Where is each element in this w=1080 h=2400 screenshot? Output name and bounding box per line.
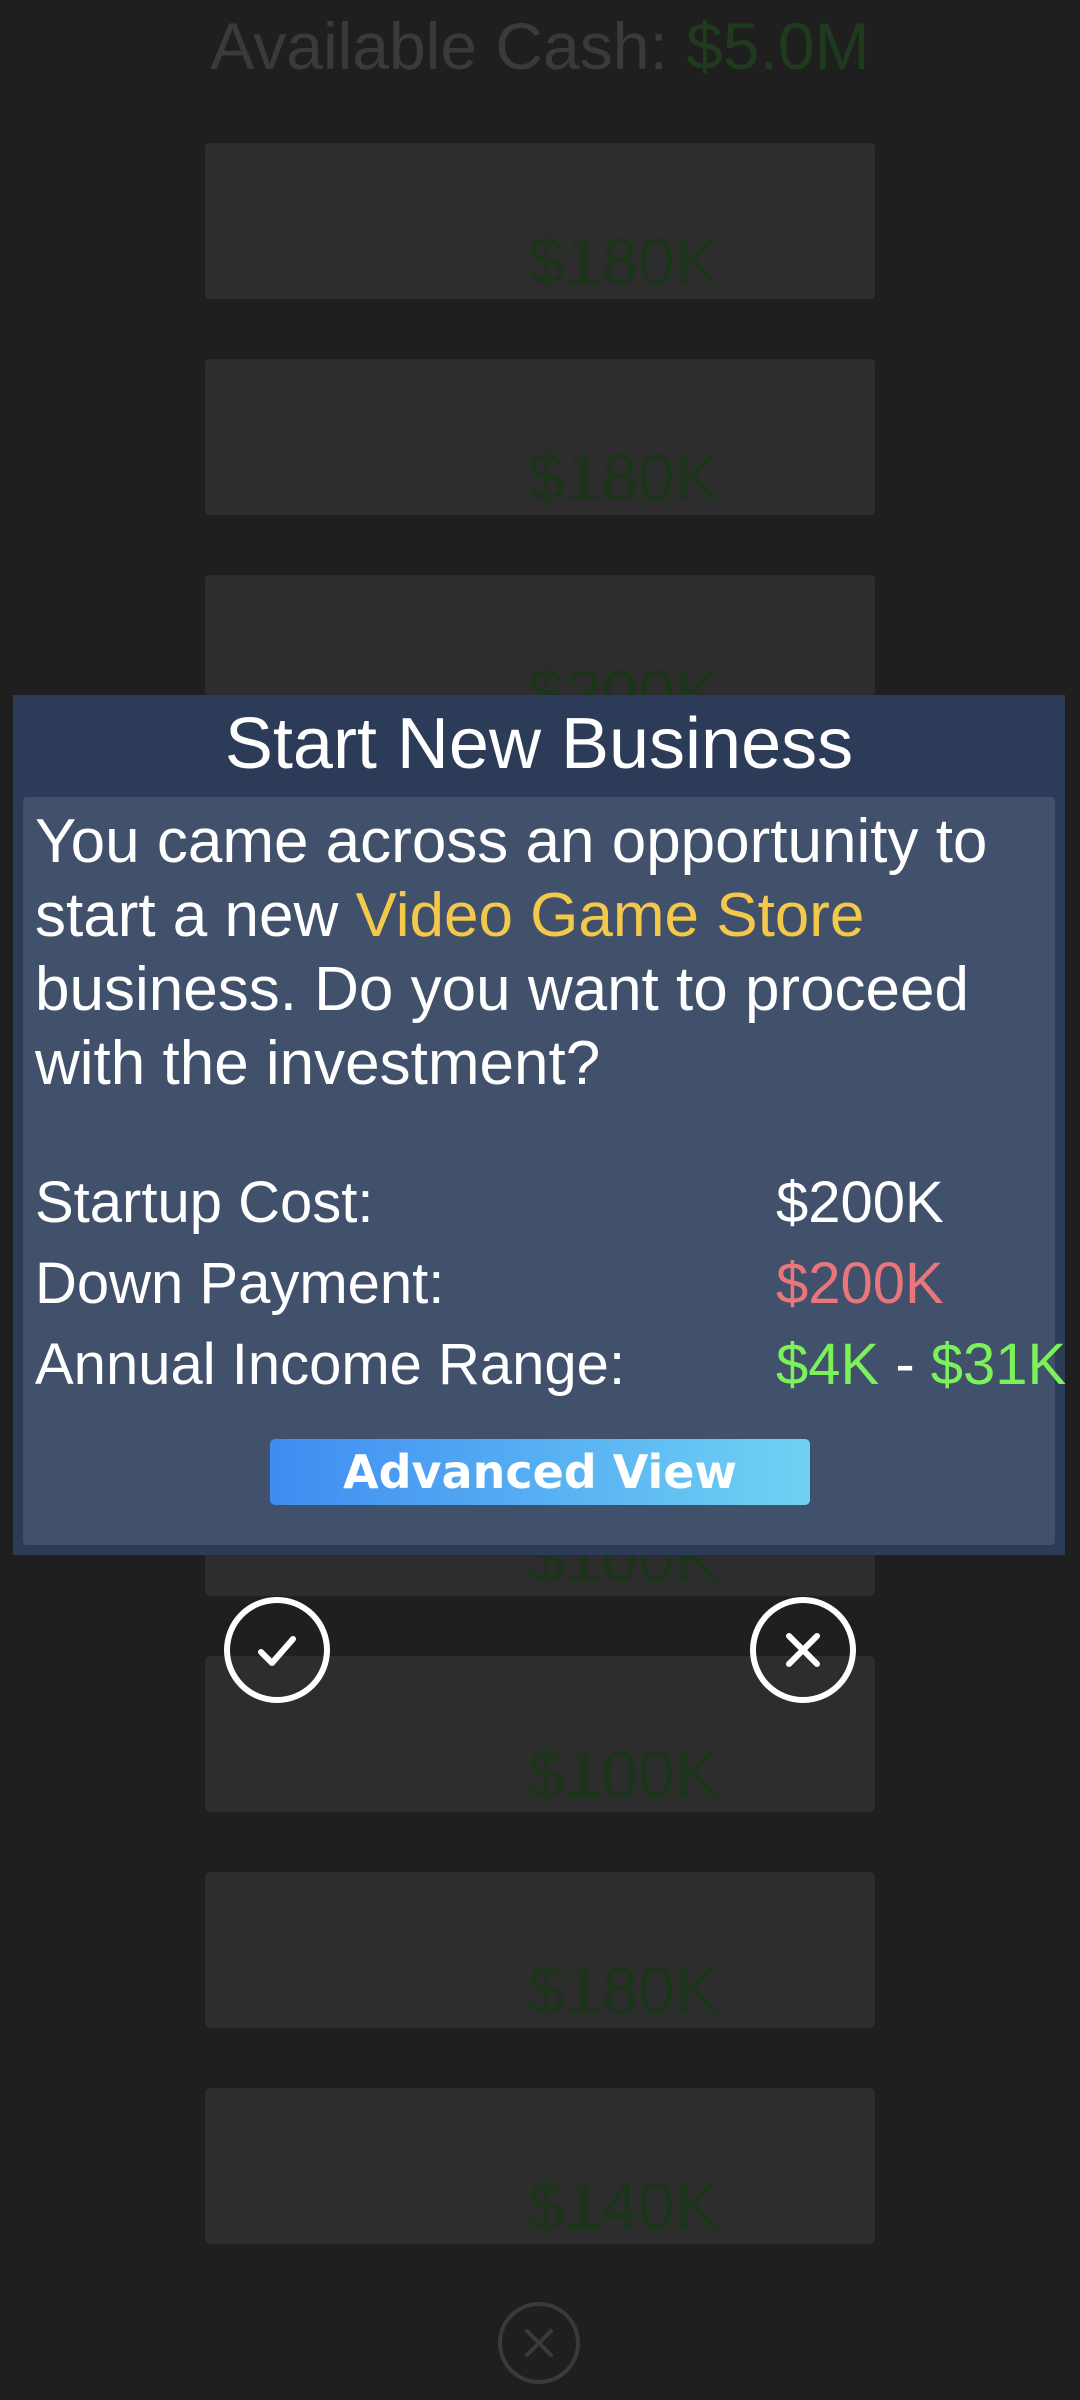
annual-income-label: Annual Income Range: [35, 1332, 626, 1397]
business-card: $140K [205, 2088, 875, 2244]
close-icon [786, 1633, 820, 1667]
advanced-view-button[interactable]: Advanced View [270, 1439, 810, 1505]
down-payment-value: $200K [776, 1251, 944, 1316]
income-max: $31K [930, 1332, 1067, 1397]
dialog-description: You came across an opportunity to start … [35, 805, 1045, 1101]
annual-income-row: Annual Income Range: $4K - $31K [35, 1331, 1066, 1401]
business-card-price: $180K [528, 440, 719, 514]
cash-label: Available Cash: [210, 9, 687, 83]
check-icon [258, 1636, 296, 1666]
business-card-price: $180K [528, 224, 719, 298]
startup-cost-label: Startup Cost: [35, 1170, 374, 1235]
business-card-price: $100K [528, 1737, 719, 1811]
business-card: $180K [205, 1872, 875, 2028]
start-business-dialog: Start New Business You came across an op… [13, 695, 1066, 1555]
income-min: $4K [776, 1332, 880, 1397]
confirm-button[interactable] [224, 1597, 330, 1703]
down-payment-label: Down Payment: [35, 1251, 445, 1316]
background-close-button [498, 2302, 580, 2384]
dialog-title: Start New Business [224, 704, 854, 784]
down-payment-row: Down Payment: $200K [35, 1250, 1045, 1320]
business-card: $180K [205, 143, 875, 299]
close-icon [525, 2329, 553, 2357]
dialog-body: You came across an opportunity to start … [23, 797, 1066, 1545]
available-cash-header: Available Cash: $5.0M [0, 8, 1080, 84]
description-text: business. Do you want to proceed with th… [35, 955, 969, 1098]
business-card-price: $180K [528, 1953, 719, 2027]
annual-income-value: $4K - $31K [776, 1331, 1066, 1398]
startup-cost-row: Startup Cost: $200K [35, 1169, 1045, 1239]
startup-cost-value: $200K [776, 1170, 944, 1235]
business-card: $180K [205, 359, 875, 515]
cancel-button[interactable] [750, 1597, 856, 1703]
cash-value: $5.0M [686, 9, 870, 83]
business-name: Video Game Store [355, 881, 865, 950]
income-separator: - [879, 1332, 931, 1397]
business-card-price: $140K [528, 2169, 719, 2243]
